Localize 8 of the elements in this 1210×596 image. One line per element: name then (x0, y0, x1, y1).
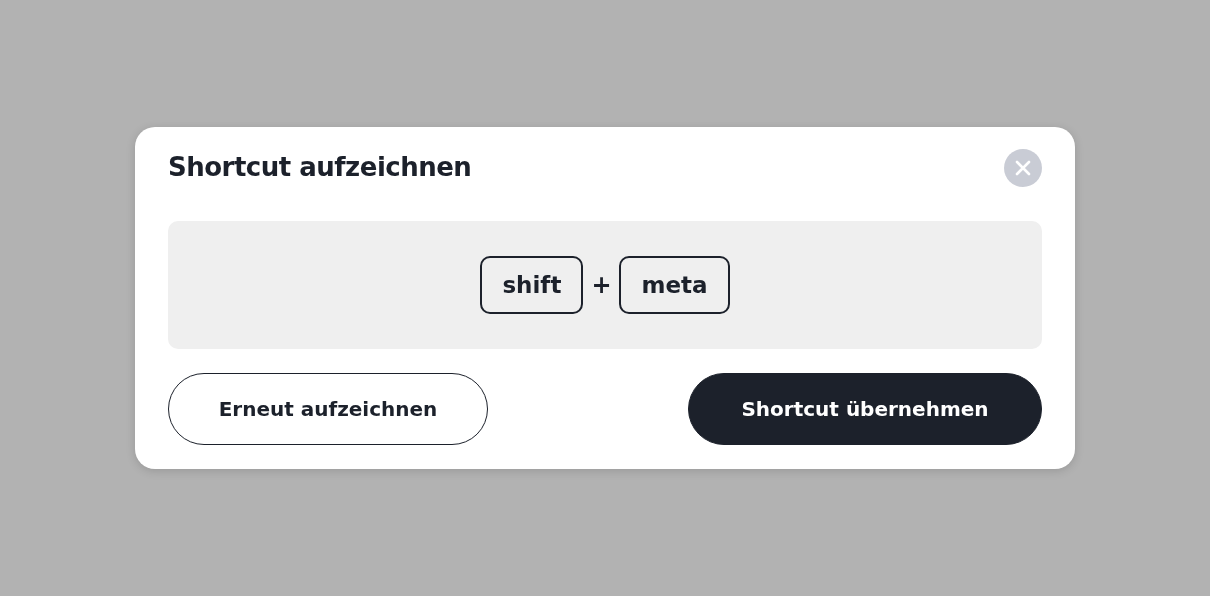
record-again-button[interactable]: Erneut aufzeichnen (168, 373, 488, 445)
close-icon (1015, 160, 1031, 176)
close-button[interactable] (1004, 149, 1042, 187)
key-cap: meta (619, 256, 730, 314)
plus-sign: + (591, 270, 612, 301)
dialog-title: Shortcut aufzeichnen (168, 152, 472, 184)
apply-button[interactable]: Shortcut übernehmen (688, 373, 1042, 445)
key-cap: shift (480, 256, 584, 314)
